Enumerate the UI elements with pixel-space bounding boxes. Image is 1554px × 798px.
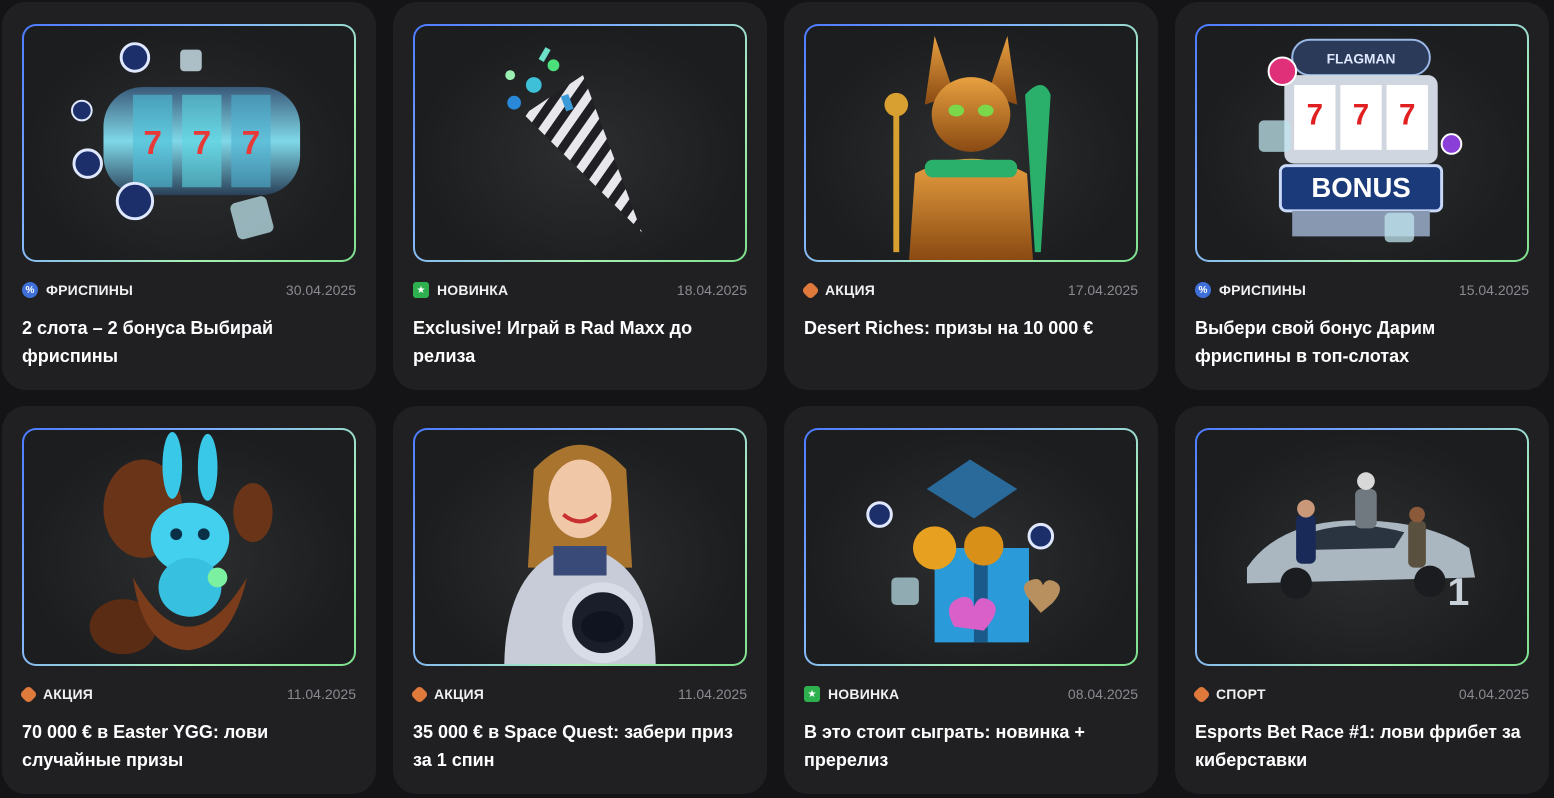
card-date: 30.04.2025 (285, 282, 356, 298)
slot-reels-image: 7 7 7 (22, 24, 356, 262)
card-meta: % ФРИСПИНЫ 30.04.2025 (22, 280, 356, 300)
category-label: СПОРТ (1216, 686, 1266, 702)
promo-card[interactable]: АКЦИЯ 11.04.2025 70 000 € в Easter YGG: … (2, 406, 376, 794)
category-label: АКЦИЯ (825, 282, 876, 298)
gift-icon (801, 280, 820, 300)
card-meta: ★ НОВИНКА 18.04.2025 (413, 280, 747, 300)
card-title[interactable]: 35 000 € в Space Quest: забери приз за 1… (413, 718, 749, 774)
promo-card[interactable]: FLAGMAN 7 7 7 BONUS % ФРИСПИНЫ 15.04.202… (1175, 2, 1549, 390)
star-icon: ★ (413, 282, 429, 298)
promo-card[interactable]: ★ НОВИНКА 08.04.2025 В это стоит сыграть… (784, 406, 1158, 794)
category-label: АКЦИЯ (434, 686, 485, 702)
svg-text:7: 7 (1307, 98, 1323, 131)
card-title[interactable]: Выбери свой бонус Дарим фриспины в топ-с… (1195, 314, 1531, 370)
bonus-sign: BONUS (1311, 172, 1410, 203)
gift-icon (410, 684, 429, 704)
card-date: 04.04.2025 (1458, 686, 1529, 702)
card-date: 08.04.2025 (1067, 686, 1138, 702)
promo-card[interactable]: 1 СПОРТ 04.04.2025 Esports Bet Race #1: … (1175, 406, 1549, 794)
card-date: 18.04.2025 (676, 282, 747, 298)
category-tag: СПОРТ (1192, 684, 1266, 704)
card-title[interactable]: Desert Riches: призы на 10 000 € (804, 314, 1140, 342)
category-label: НОВИНКА (828, 686, 900, 702)
card-meta: СПОРТ 04.04.2025 (1192, 684, 1529, 704)
ticket-icon: % (22, 282, 38, 298)
promo-card[interactable]: 7 7 7 % ФРИСПИНЫ 30.04.2025 2 слота – 2 … (2, 2, 376, 390)
category-label: ФРИСПИНЫ (1219, 282, 1307, 298)
category-tag: % ФРИСПИНЫ (22, 282, 133, 298)
category-tag: ★ НОВИНКА (413, 282, 508, 298)
card-title[interactable]: В это стоит сыграть: новинка + пререлиз (804, 718, 1140, 774)
party-popper-image (413, 24, 747, 262)
golden-cat-image (804, 24, 1138, 262)
promo-card[interactable]: АКЦИЯ 17.04.2025 Desert Riches: призы на… (784, 2, 1158, 390)
category-label: ФРИСПИНЫ (46, 282, 134, 298)
card-meta: % ФРИСПИНЫ 15.04.2025 (1195, 280, 1529, 300)
bonus-slot-machine-image: FLAGMAN 7 7 7 BONUS (1195, 24, 1529, 262)
card-date: 17.04.2025 (1067, 282, 1138, 298)
category-tag: % ФРИСПИНЫ (1195, 282, 1306, 298)
card-title[interactable]: 2 слота – 2 бонуса Выбирай фриспины (22, 314, 358, 370)
easter-bunny-image (22, 428, 356, 666)
card-meta: ★ НОВИНКА 08.04.2025 (804, 684, 1138, 704)
svg-text:1: 1 (1448, 570, 1470, 614)
card-title[interactable]: Esports Bet Race #1: лови фрибет за кибе… (1195, 718, 1531, 774)
ticket-icon: % (1195, 282, 1211, 298)
brand-label: FLAGMAN (1327, 51, 1396, 66)
promo-card[interactable]: ★ НОВИНКА 18.04.2025 Exclusive! Играй в … (393, 2, 767, 390)
star-icon: ★ (804, 686, 820, 702)
card-meta: АКЦИЯ 11.04.2025 (19, 684, 356, 704)
gift-box-image (804, 428, 1138, 666)
category-tag: АКЦИЯ (19, 684, 94, 704)
card-date: 11.04.2025 (677, 686, 747, 702)
card-date: 11.04.2025 (286, 686, 356, 702)
category-tag: АКЦИЯ (801, 280, 876, 300)
card-meta: АКЦИЯ 17.04.2025 (801, 280, 1138, 300)
svg-text:7: 7 (143, 125, 162, 162)
card-meta: АКЦИЯ 11.04.2025 (410, 684, 747, 704)
astronaut-girl-image (413, 428, 747, 666)
card-date: 15.04.2025 (1458, 282, 1529, 298)
promotions-grid: 7 7 7 % ФРИСПИНЫ 30.04.2025 2 слота – 2 … (0, 0, 1554, 798)
card-title[interactable]: 70 000 € в Easter YGG: лови случайные пр… (22, 718, 358, 774)
svg-text:7: 7 (192, 125, 211, 162)
category-label: АКЦИЯ (43, 686, 94, 702)
category-tag: АКЦИЯ (410, 684, 485, 704)
gift-icon (19, 684, 38, 704)
svg-text:7: 7 (242, 125, 261, 162)
card-title[interactable]: Exclusive! Играй в Rad Maxx до релиза (413, 314, 749, 370)
category-tag: ★ НОВИНКА (804, 686, 899, 702)
svg-text:7: 7 (1399, 98, 1415, 131)
esports-car-image: 1 (1195, 428, 1529, 666)
gift-icon (1192, 684, 1211, 704)
svg-text:7: 7 (1353, 98, 1369, 131)
promo-card[interactable]: АКЦИЯ 11.04.2025 35 000 € в Space Quest:… (393, 406, 767, 794)
category-label: НОВИНКА (437, 282, 509, 298)
